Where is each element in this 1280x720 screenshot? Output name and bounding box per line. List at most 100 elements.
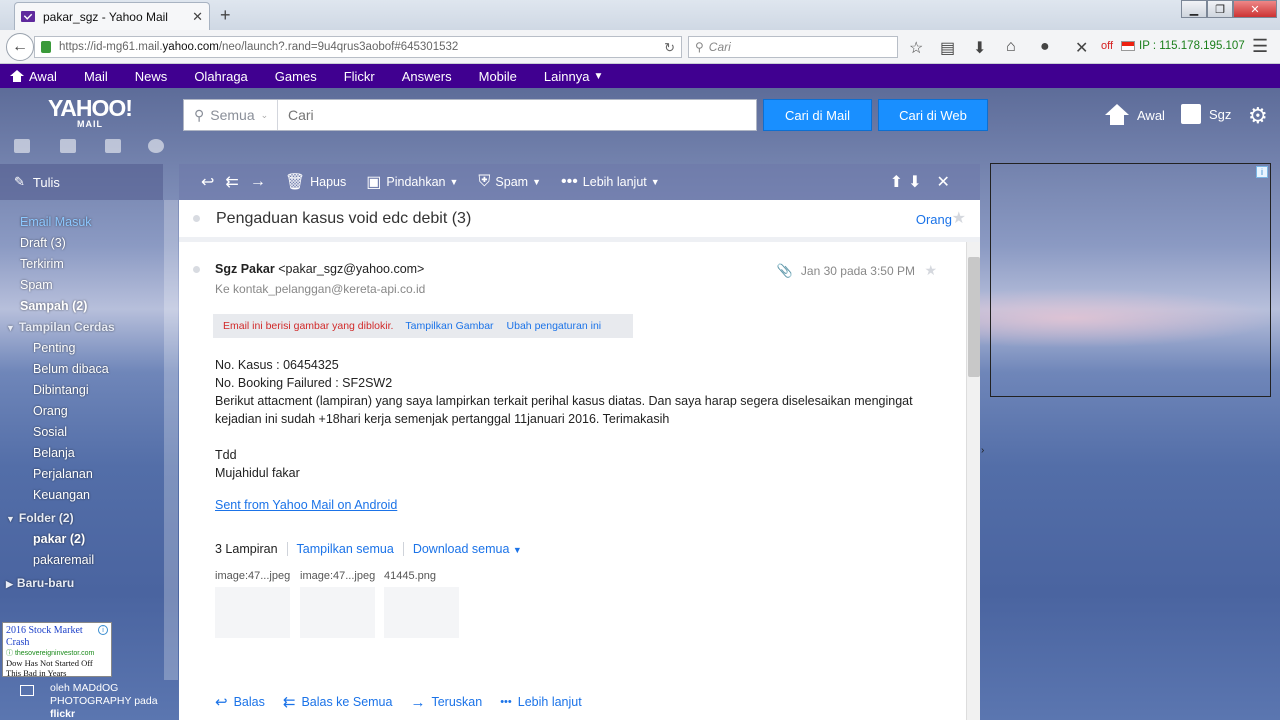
reload-icon[interactable]: ↻ xyxy=(664,40,675,56)
message-scrollbar[interactable] xyxy=(966,242,980,720)
folder-sent[interactable]: Terkirim xyxy=(0,254,163,275)
compose-button[interactable]: ✎ Tulis xyxy=(0,164,163,200)
attachment-thumbnail[interactable] xyxy=(300,587,375,638)
folder-drafts[interactable]: Draft (3) xyxy=(0,233,163,254)
reply-all-button[interactable]: ⇇ Balas ke Semua xyxy=(283,693,393,711)
smart-item-penting[interactable]: Penting xyxy=(0,338,163,359)
delete-button[interactable]: 🗑 Hapus xyxy=(285,172,346,192)
ad-info-icon[interactable]: i xyxy=(1256,166,1268,178)
url-bar[interactable]: https://id-mg61.mail. yahoo.com/neo/launc… xyxy=(34,36,682,58)
folder-pakar[interactable]: pakar (2) xyxy=(0,529,163,550)
download-icon[interactable]: ⬇ xyxy=(973,38,986,58)
smart-item-perjalanan[interactable]: Perjalanan xyxy=(0,464,163,485)
smart-item-keuangan[interactable]: Keuangan xyxy=(0,485,163,506)
nav-mail[interactable]: Mail xyxy=(84,69,108,84)
settings-gear-icon[interactable]: ⚙ xyxy=(1248,103,1268,129)
photo-credit[interactable]: oleh MADdOG PHOTOGRAPHY pada flickr xyxy=(20,682,158,720)
forward-toolbar-button[interactable]: → xyxy=(250,173,271,191)
home-icon[interactable]: ⌂ xyxy=(1006,38,1016,56)
nav-flickr[interactable]: Flickr xyxy=(344,69,375,84)
messenger-app-icon[interactable] xyxy=(148,139,164,153)
browser-search-input[interactable]: ⚲ Cari xyxy=(688,36,898,58)
nav-olahraga[interactable]: Olahraga xyxy=(194,69,247,84)
reading-list-icon[interactable]: ▤ xyxy=(940,38,955,58)
attachment-thumbnail[interactable] xyxy=(215,587,290,638)
tab-close-icon[interactable]: ✕ xyxy=(192,9,203,25)
smart-item-dibintangi[interactable]: Dibintangi xyxy=(0,380,163,401)
close-message-button[interactable]: ✕ xyxy=(936,172,954,192)
show-all-attachments-link[interactable]: Tampilkan semua xyxy=(297,542,394,556)
folders-header[interactable]: ▼ Folder (2) xyxy=(0,508,163,529)
nav-news[interactable]: News xyxy=(135,69,168,84)
header-user-link[interactable]: Sgz xyxy=(1181,104,1231,124)
back-button[interactable]: ← xyxy=(6,33,34,61)
right-ad-frame[interactable]: i xyxy=(990,163,1271,397)
folder-pakaremail[interactable]: pakaremail xyxy=(0,550,163,571)
sidebar-ad[interactable]: i 2016 Stock Market Crash ⓘ thesovereign… xyxy=(2,622,112,677)
nav-lainnya[interactable]: Lainnya ▼ xyxy=(544,69,603,84)
message-star-icon[interactable]: ★ xyxy=(924,262,937,279)
new-tab-button[interactable]: + xyxy=(220,5,231,26)
recipient-label: Ke xyxy=(215,282,230,296)
window-close-button[interactable]: ✕ xyxy=(1233,0,1277,18)
message-date: 📎 Jan 30 pada 3:50 PM xyxy=(777,263,915,279)
recent-header[interactable]: ▶ Baru-baru xyxy=(0,573,163,594)
move-button[interactable]: ▣ Pindahkan ▼ xyxy=(366,172,458,192)
nav-games[interactable]: Games xyxy=(275,69,317,84)
minimize-button[interactable]: ▁ xyxy=(1181,0,1207,18)
bookmark-star-icon[interactable]: ☆ xyxy=(909,38,923,58)
smart-item-orang[interactable]: Orang xyxy=(0,401,163,422)
search-scope-dropdown[interactable]: ⚲ Semua ⌄ xyxy=(184,100,278,130)
sender[interactable]: Sgz Pakar <pakar_sgz@yahoo.com> xyxy=(215,262,424,276)
nav-lainnya-label: Lainnya xyxy=(543,68,590,84)
unread-dot-icon[interactable] xyxy=(193,215,200,222)
change-settings-link[interactable]: Ubah pengaturan ini xyxy=(507,320,602,332)
extension-x-icon[interactable]: ✕ xyxy=(1075,38,1088,58)
folder-trash[interactable]: Sampah (2) xyxy=(0,296,163,317)
people-link[interactable]: Orang xyxy=(916,212,952,227)
smart-item-belanja[interactable]: Belanja xyxy=(0,443,163,464)
chevron-right-icon[interactable]: › xyxy=(981,445,984,456)
show-images-link[interactable]: Tampilkan Gambar xyxy=(405,320,493,332)
more-button[interactable]: ••• Lebih lanjut ▼ xyxy=(561,173,660,191)
recipient-email[interactable]: kontak_pelanggan@kereta-api.co.id xyxy=(233,282,425,296)
yahoo-mail-logo[interactable]: YAHOO! MAIL xyxy=(45,97,135,130)
smart-views-header[interactable]: ▼ Tampilan Cerdas xyxy=(0,317,163,338)
spam-button[interactable]: ⛨ Spam ▼ xyxy=(478,173,541,191)
download-all-link[interactable]: Download semua ▼ xyxy=(413,542,522,556)
mail-search-input[interactable] xyxy=(278,100,756,130)
folder-inbox[interactable]: Email Masuk xyxy=(0,212,163,233)
browser-tab[interactable]: pakar_sgz - Yahoo Mail ✕ xyxy=(14,2,210,30)
attachment-thumbnail[interactable] xyxy=(384,587,459,638)
reply-all-toolbar-button[interactable]: ⇇ xyxy=(225,172,243,192)
mail-app-icon[interactable] xyxy=(14,139,30,153)
more-actions-button[interactable]: ••• Lebih lanjut xyxy=(500,695,582,709)
maximize-button[interactable]: ❐ xyxy=(1207,0,1233,18)
search-web-button[interactable]: Cari di Web xyxy=(878,99,988,131)
signature-link[interactable]: Sent from Yahoo Mail on Android xyxy=(215,498,397,512)
smart-item-sosial[interactable]: Sosial xyxy=(0,422,163,443)
nav-awal[interactable]: Awal xyxy=(10,69,57,84)
contacts-app-icon[interactable] xyxy=(60,139,76,153)
url-suffix: /neo/launch?.rand=9u4qrus3aobof#64530153… xyxy=(218,41,459,53)
sidebar-scrollbar[interactable] xyxy=(164,200,178,680)
nav-answers[interactable]: Answers xyxy=(402,69,452,84)
header-home-link[interactable]: Awal xyxy=(1105,104,1165,126)
menu-hamburger-icon[interactable]: ☰ xyxy=(1252,36,1268,57)
scrollbar-thumb[interactable] xyxy=(968,257,980,377)
nav-mobile[interactable]: Mobile xyxy=(479,69,517,84)
smart-item-belum-dibaca[interactable]: Belum dibaca xyxy=(0,359,163,380)
reply-button[interactable]: ↩ Balas xyxy=(215,693,265,711)
ad-info-icon[interactable]: i xyxy=(98,625,108,635)
reply-toolbar-button[interactable]: ↩ xyxy=(201,172,219,192)
next-message-button[interactable]: ⬇ xyxy=(908,172,926,192)
previous-message-button[interactable]: ⬆ xyxy=(890,172,908,192)
folder-spam[interactable]: Spam xyxy=(0,275,163,296)
read-dot-icon[interactable] xyxy=(193,266,200,273)
star-icon[interactable]: ★ xyxy=(952,208,966,228)
vpn-status[interactable]: off xyxy=(1101,40,1113,52)
chat-icon[interactable]: ● xyxy=(1040,38,1050,56)
search-mail-button[interactable]: Cari di Mail xyxy=(763,99,872,131)
calendar-app-icon[interactable] xyxy=(105,139,121,153)
forward-button[interactable]: → Teruskan xyxy=(410,694,482,711)
